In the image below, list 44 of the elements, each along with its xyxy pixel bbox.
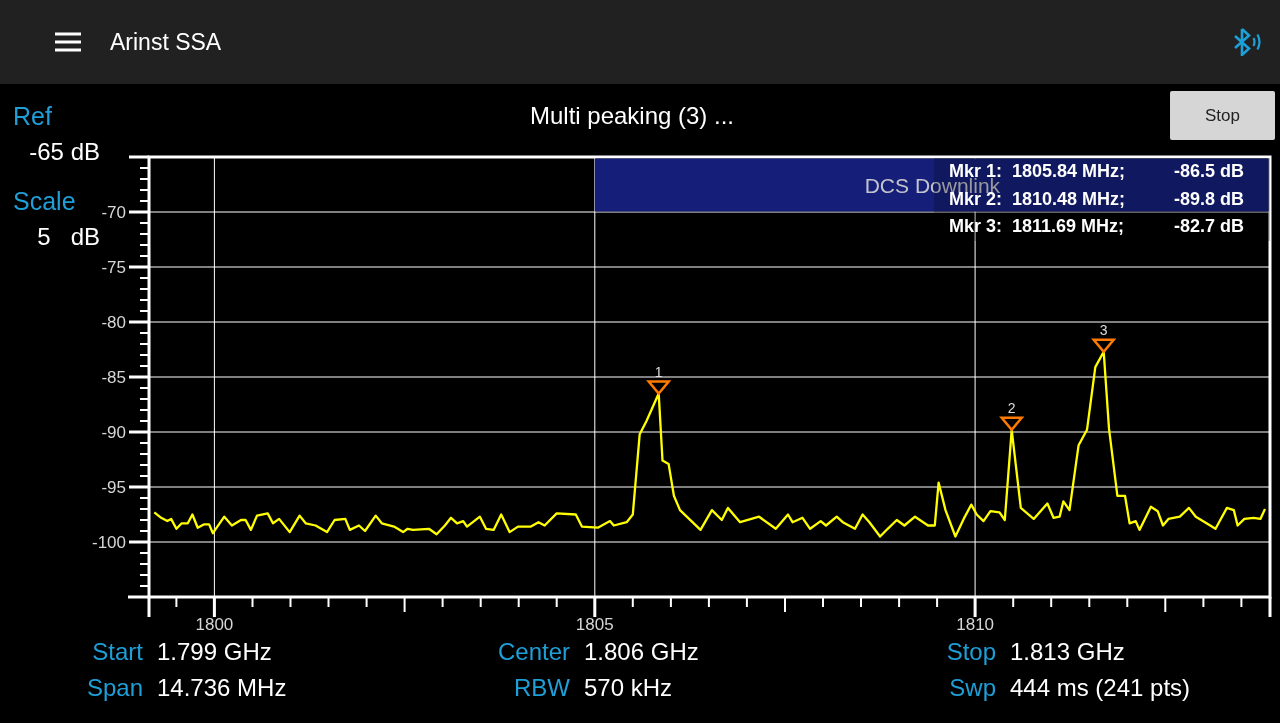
triangle-marker-icon [999,416,1025,432]
axis-label: -70 [101,203,126,222]
axis-label: -80 [101,313,126,332]
parameter-value: 1.799 GHz [157,638,272,666]
triangle-marker-icon [1091,338,1117,354]
axis-label: 1810 [956,615,995,634]
marker-frequency: 1811.69 MHz; [1012,215,1125,238]
marker-label: Mkr 3: [949,215,1002,238]
parameter-label: RBW [514,674,570,702]
stop-button[interactable]: Stop [1170,91,1275,140]
readout-label: Ref [13,102,52,130]
axis-label: -85 [101,368,126,387]
marker-level: -86.5 dB [1173,160,1244,183]
parameter-value: 1.813 GHz [1010,638,1125,666]
axis-label: 1800 [195,615,234,634]
parameter-value: 570 kHz [584,674,673,702]
menu-icon[interactable] [55,32,81,52]
parameter-label: Span [86,674,143,702]
parameter-label: Swp [949,674,996,702]
axis-label: 1805 [575,615,614,634]
marker-level: -89.8 dB [1173,187,1244,211]
parameter-value: 1.806 GHz [584,638,699,666]
bluetooth-icon[interactable] [1232,28,1262,56]
triangle-marker-icon [646,380,672,396]
app-title: Arinst SSA [110,28,222,56]
marker-frequency: 1810.48 MHz; [1012,187,1126,211]
parameter-value: 444 ms (241 pts) [1010,674,1191,702]
axis-label: -90 [101,423,126,442]
marker-number: 1 [654,363,663,380]
parameter-label: Stop [946,638,996,666]
marker-frequency: 1805.84 MHz; [1012,160,1126,183]
readout-value: -65 dB [29,138,100,166]
marker-level: -82.7 dB [1173,215,1244,238]
readout-value: 5 dB [37,223,100,251]
axis-label: -100 [91,533,126,552]
axis-label: -95 [101,478,126,497]
parameter-value: 14.736 MHz [157,674,287,702]
axis-label: -75 [101,258,126,277]
readout-label: Scale [13,187,76,215]
parameter-label: Center [497,638,570,666]
status-text: Multi peaking (3) ... [529,102,735,130]
marker-number: 2 [1007,399,1016,416]
parameter-label: Start [92,638,143,666]
marker-number: 3 [1099,321,1108,338]
